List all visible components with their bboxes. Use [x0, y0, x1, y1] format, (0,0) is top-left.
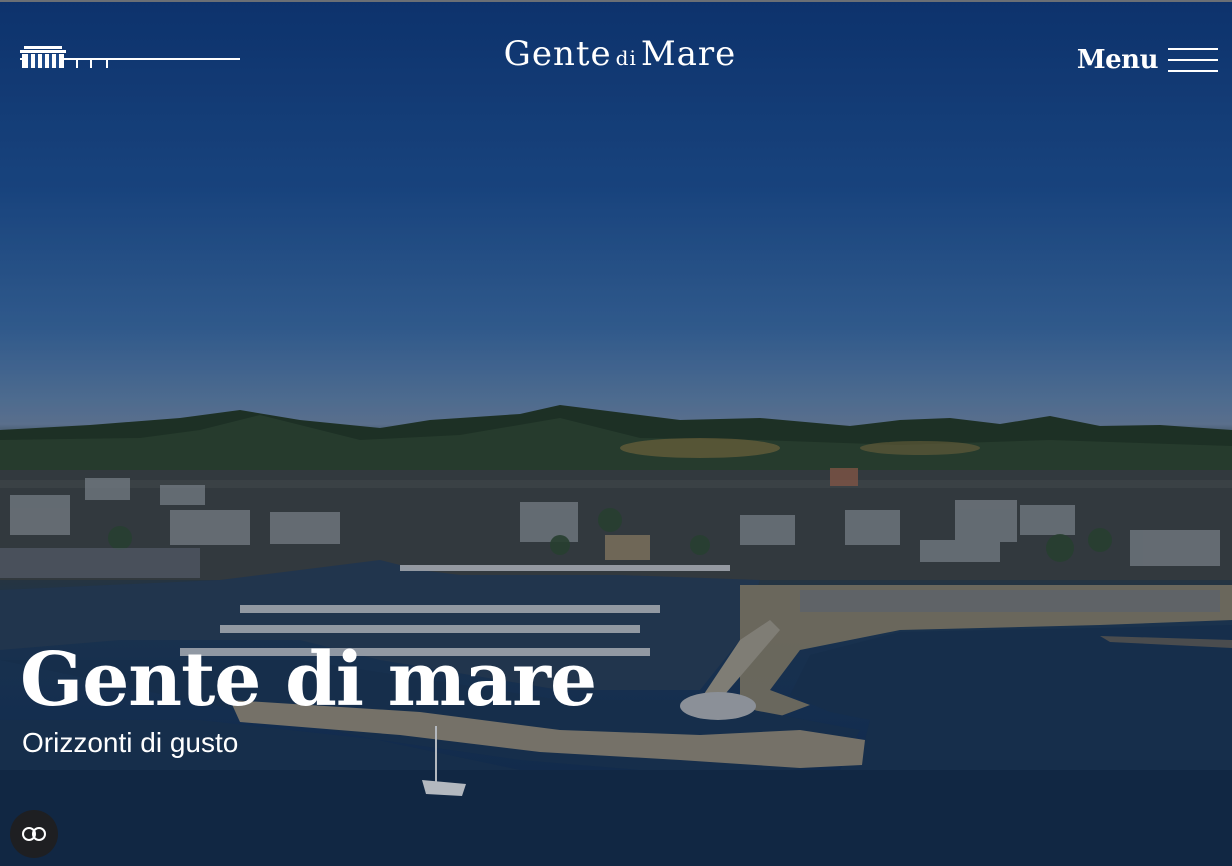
menu-label: Menu [1076, 45, 1159, 75]
top-border [0, 0, 1232, 2]
hero-text: Gente di mare Orizzonti di gusto [20, 637, 597, 759]
logo-text-mare: Mare [640, 34, 737, 74]
hamburger-icon [1168, 46, 1218, 74]
pier-building-icon[interactable] [20, 44, 242, 72]
accessibility-button[interactable] [10, 810, 58, 858]
menu-button[interactable]: Menu [1077, 42, 1218, 78]
site-logo[interactable]: Gente di Mare [480, 34, 760, 82]
logo-text-di: di [615, 46, 637, 70]
accessibility-link-icon [22, 827, 46, 841]
hero-title: Gente di mare [20, 637, 597, 723]
hero-subtitle: Orizzonti di gusto [22, 727, 239, 759]
hero-section: Gente di Mare Menu Gente di mare Orizzonti… [0, 0, 1232, 866]
logo-text-gente: Gente [503, 34, 612, 74]
